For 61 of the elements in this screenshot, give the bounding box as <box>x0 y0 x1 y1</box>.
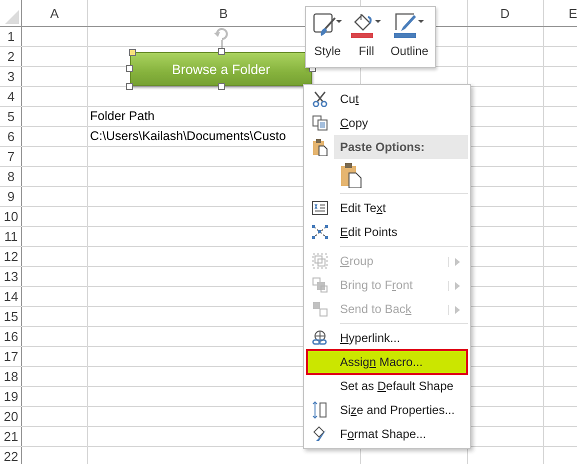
column-header[interactable]: E <box>568 6 577 20</box>
row-header[interactable]: 7 <box>7 149 15 164</box>
hyperlink-icon <box>312 330 328 346</box>
row-header[interactable]: 8 <box>7 169 15 184</box>
row-header[interactable]: 6 <box>7 129 15 144</box>
resize-handle[interactable] <box>126 65 133 72</box>
send-back-icon <box>312 301 328 317</box>
toolbar-button[interactable]: Outline <box>390 11 428 63</box>
column-header[interactable]: B <box>219 6 228 20</box>
menu-item[interactable]: Assign Macro... <box>306 349 468 375</box>
pen-outline-icon <box>394 12 424 40</box>
menu-item[interactable]: Size and Properties... <box>334 398 468 422</box>
bring-front-icon <box>312 277 328 293</box>
row-header[interactable]: 16 <box>4 329 18 344</box>
menu-item[interactable]: Format Shape... <box>334 422 468 446</box>
row-header[interactable]: 1 <box>7 29 15 44</box>
row-header[interactable]: 17 <box>4 349 18 364</box>
row-header[interactable]: 12 <box>4 249 18 264</box>
column-header[interactable]: D <box>500 6 510 20</box>
text-box-icon <box>312 201 328 215</box>
format-shape-icon <box>312 426 328 442</box>
row-header[interactable]: 19 <box>4 389 18 404</box>
menu-item[interactable]: Copy <box>334 111 468 135</box>
menu-item[interactable]: Cut <box>334 87 468 111</box>
clipboard-icon <box>340 162 362 188</box>
row-header[interactable]: 4 <box>7 89 15 104</box>
copy-icon <box>312 115 328 131</box>
clipboard-icon <box>312 138 328 156</box>
resize-handle[interactable] <box>126 83 133 90</box>
row-header[interactable]: 20 <box>4 409 18 424</box>
row-header[interactable]: 10 <box>4 209 18 224</box>
row-header[interactable]: 22 <box>4 449 18 464</box>
scissors-icon <box>312 91 328 107</box>
menu-item[interactable]: Set as Default Shape <box>334 374 468 398</box>
row-header[interactable]: 9 <box>7 189 15 204</box>
resize-handle[interactable] <box>218 83 225 90</box>
group-icon <box>312 253 328 269</box>
column-header[interactable]: A <box>50 6 59 20</box>
row-header[interactable]: 13 <box>4 269 18 284</box>
size-properties-icon <box>312 401 328 419</box>
toolbar-button[interactable]: Style <box>312 11 342 63</box>
menu-item[interactable]: Edit Points <box>334 220 468 244</box>
adjust-handle[interactable] <box>129 49 136 56</box>
paste-options-header: Paste Options: <box>334 135 468 159</box>
row-header[interactable]: 14 <box>4 289 18 304</box>
row-header[interactable]: 21 <box>4 429 18 444</box>
resize-handle[interactable] <box>218 48 225 55</box>
row-header[interactable]: 11 <box>4 229 18 244</box>
paint-bucket-icon <box>351 12 382 40</box>
row-header[interactable]: 18 <box>4 369 18 384</box>
row-header[interactable]: 2 <box>7 49 15 64</box>
row-header[interactable]: 5 <box>7 109 15 124</box>
cell-text: Folder Path <box>90 109 155 123</box>
menu-item[interactable]: Hyperlink... <box>334 326 468 350</box>
cell-text: C:\Users\Kailash\Documents\Custo <box>90 129 286 143</box>
edit-points-icon <box>312 225 328 239</box>
row-header[interactable]: 15 <box>4 309 18 324</box>
paste-button[interactable] <box>340 162 362 188</box>
toolbar-button[interactable]: Fill <box>351 11 382 63</box>
menu-item[interactable]: Edit Text <box>334 196 468 220</box>
row-header[interactable]: 3 <box>7 69 15 84</box>
